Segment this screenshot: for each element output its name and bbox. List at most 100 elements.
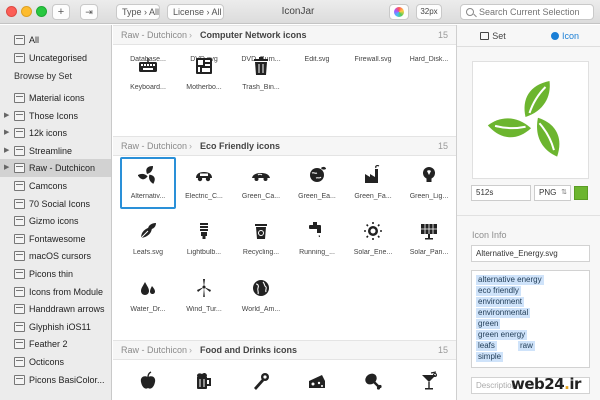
export-button[interactable]: ⇥ [80,4,98,20]
icon-cell[interactable]: Solar_Ene... [345,213,401,265]
icon-cell[interactable] [176,363,232,400]
icon-cell[interactable]: Green_Ca... [233,157,289,209]
icon-cell[interactable]: Trash_Bin... [233,48,289,100]
export-color-swatch[interactable] [574,186,588,200]
icon-cell[interactable]: Solar_Pan... [401,213,456,265]
icon-cell[interactable]: Running_... [289,213,345,265]
maximize-window-button[interactable] [36,6,47,17]
section-header[interactable]: Raw - Dutchicon › Eco Friendly icons 15 [113,136,456,156]
icon-cell[interactable]: Motherbo... [176,48,232,100]
icon-cell[interactable] [289,363,345,400]
sidebar-item-set[interactable]: 70 Social Icons [0,195,111,213]
export-format-select[interactable]: PNG ⇅ [534,185,571,201]
sidebar-item-set[interactable]: Picons BasiColor... [0,371,111,389]
tag[interactable]: green energy [476,330,528,340]
sidebar-item-set[interactable]: ▶ Raw - Dutchicon [0,159,111,178]
sidebar-item-set[interactable]: ▶ 12k icons [0,124,111,142]
icon-cell[interactable]: Green_Ea... [289,157,345,209]
leaves-icon [140,223,156,239]
sidebar-item-set[interactable]: Feather 2 [0,335,111,353]
tag[interactable]: simple [476,352,504,362]
disclosure-triangle-icon[interactable]: ▶ [4,142,9,160]
icon-cell[interactable]: Green_Lig... [401,157,456,209]
sidebar: All Uncategorised Browse by Set Material… [0,25,112,400]
inspector-panel: Set Icon 512s PNG ⇅ Icon Info Alternativ… [456,25,600,400]
search-field[interactable] [460,4,594,20]
minimize-window-button[interactable] [21,6,32,17]
sidebar-item-set[interactable]: ▶ Those Icons [0,107,111,125]
icon-cell[interactable]: Alternativ... [120,157,176,209]
section-header[interactable]: Raw - Dutchicon › Computer Network icons 15 [113,25,456,45]
sidebar-item-set[interactable]: Camcons [0,177,111,195]
filename-field[interactable]: Alternative_Energy.svg [471,245,590,262]
export-size-field[interactable]: 512s [471,185,531,201]
search-input[interactable] [479,5,589,19]
icon-cell[interactable]: Lightbulb... [176,213,232,265]
disclosure-triangle-icon[interactable]: ▶ [4,159,9,177]
keyboard-icon [139,58,157,72]
disclosure-triangle-icon[interactable]: ▶ [4,107,9,125]
inspector-tabs: Set Icon [457,25,600,47]
sidebar-item-set[interactable]: Gizmo icons [0,212,111,230]
icon-caption[interactable]: Firewall.svg [345,56,401,63]
icon-caption[interactable]: Edit.svg [289,56,345,63]
section-set-name: Raw - Dutchicon [121,30,188,40]
sidebar-item-set[interactable]: Handdrawn arrows [0,300,111,318]
tag[interactable]: alternative energy [476,275,544,285]
color-picker-button[interactable] [389,4,409,20]
icon-caption[interactable]: Hard_Disk... [401,56,456,63]
icon-cell[interactable]: World_Am... [233,270,289,322]
close-window-button[interactable] [6,6,17,17]
tag[interactable]: eco friendly [476,286,521,296]
sidebar-item-set[interactable]: Octicons [0,353,111,371]
icon-cell[interactable]: Recycling... [233,213,289,265]
watermark: web24.ir [511,375,581,393]
sidebar-item-set[interactable]: Icons from Module [0,283,111,301]
icon-cell[interactable] [120,363,176,400]
icon-caption: Electric_C... [185,193,223,200]
tag[interactable]: raw [518,341,535,351]
icon-cell[interactable] [233,363,289,400]
sidebar-item-label: Feather 2 [29,339,68,350]
icon-cell[interactable]: Green_Fa... [345,157,401,209]
tag[interactable]: leafs [476,341,497,351]
icon-cell[interactable]: Leafs.svg [120,213,176,265]
sidebar-item-set[interactable]: Fontawesome [0,230,111,248]
disclosure-triangle-icon[interactable]: ▶ [4,124,9,142]
sidebar-item-uncategorised[interactable]: Uncategorised [0,49,111,67]
icon-cell[interactable]: Water_Dr... [120,270,176,322]
icon-cell[interactable]: Electric_C... [176,157,232,209]
section-header[interactable]: Raw - Dutchicon › Food and Drinks icons 15 [113,340,456,360]
tags-field[interactable]: alternative energy eco friendly environm… [471,270,590,368]
cocktail-icon [422,371,437,390]
sidebar-item-set[interactable]: macOS cursors [0,247,111,265]
section-title: Computer Network icons [200,30,307,40]
sidebar-item-set[interactable]: Material icons [0,89,111,107]
icon-cell[interactable] [401,363,456,400]
tag[interactable]: green [476,319,501,329]
type-filter[interactable]: Type › All [116,4,160,20]
sidebar-item-all[interactable]: All [0,31,111,49]
sidebar-item-set[interactable]: Glyphish iOS11 [0,318,111,336]
tab-icon[interactable]: Icon [529,25,600,47]
sidebar-item-label: Streamline [29,145,73,156]
license-filter[interactable]: License › All [167,4,224,20]
icon-caption: World_Am... [241,306,281,313]
icon-cell[interactable]: Wind_Tur... [176,270,232,322]
sun-icon [364,222,382,240]
tag[interactable]: environmental [476,308,531,318]
add-button[interactable]: + [52,4,70,20]
chevron-right-icon: › [189,141,192,151]
icon-caption: Recycling... [242,249,280,256]
icon-size-button[interactable]: 32px [416,4,442,20]
sidebar-item-set[interactable]: Picons thin [0,265,111,283]
icon-cell[interactable] [345,363,401,400]
tab-set[interactable]: Set [457,25,529,47]
trash-icon [254,57,268,75]
section-set-name: Raw - Dutchicon [121,141,188,151]
tag[interactable]: environment [476,297,525,307]
sidebar-item-set[interactable]: ▶ Streamline [0,142,111,160]
globe-icon [253,280,269,296]
icon-caption: Alternativ... [130,193,166,200]
icon-cell[interactable]: Keyboard... [120,48,176,100]
